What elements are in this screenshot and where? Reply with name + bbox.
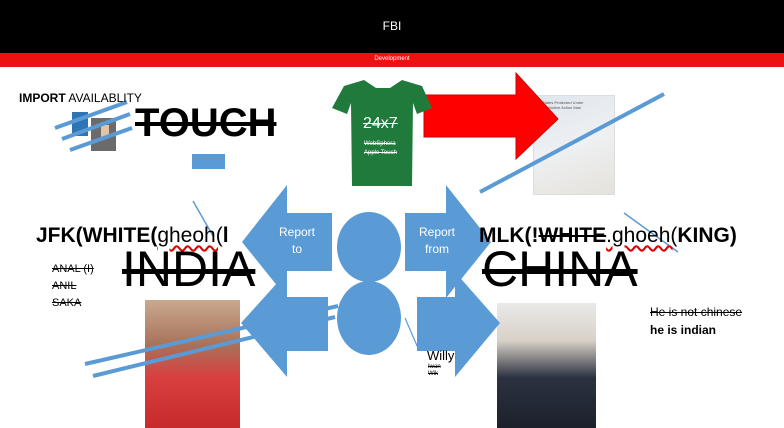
list-item: ANAL (I) (52, 263, 94, 275)
report-to-label: Report to (278, 225, 316, 256)
list-item: ANIL (52, 280, 77, 292)
circle-bottom (337, 281, 401, 355)
india-label: INDIA (122, 241, 256, 297)
list-item: SAKA (52, 297, 82, 309)
touch-label: TOUCH (135, 101, 277, 145)
note-indian: he is indian (650, 323, 717, 337)
green-tshirt (332, 80, 432, 186)
small-blue-box (192, 154, 225, 169)
tshirt-subtext: WebSphera Apple Touch (364, 141, 397, 156)
willy-sublabel: Iwan Wik (428, 364, 441, 377)
red-arrow (423, 71, 559, 161)
tshirt-text: 24x7 (363, 115, 398, 132)
willy-label: Willy (427, 348, 455, 363)
circle-top (337, 212, 401, 282)
names-list: ANAL (I) ANIL SAKA (52, 261, 94, 312)
report-from-label: Report from (418, 225, 456, 256)
import-label: IMPORT AVAILABLITY (19, 91, 142, 105)
note-not-chinese: He is not chinese (650, 305, 743, 319)
china-label: CHINA (482, 241, 638, 297)
line-thin (404, 317, 419, 349)
shapes-layer (54, 71, 679, 378)
